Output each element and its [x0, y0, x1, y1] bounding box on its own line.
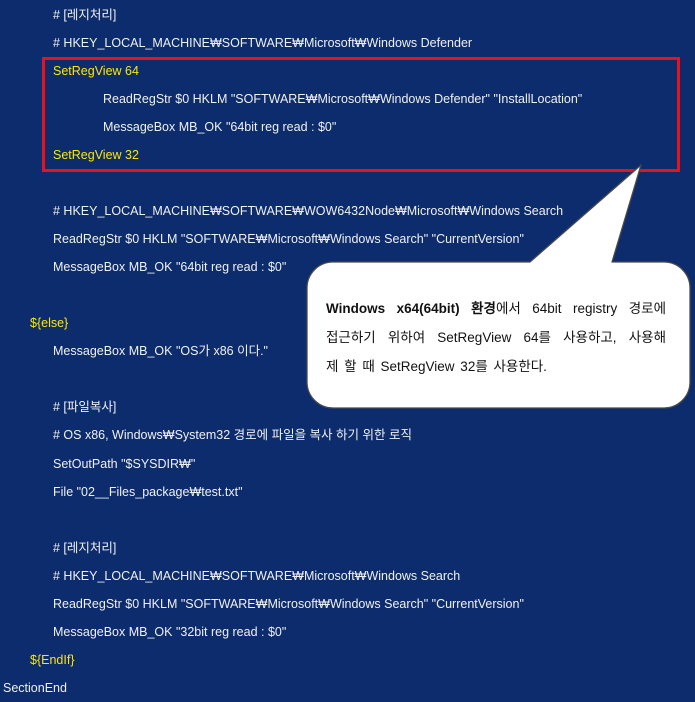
code-comment-line: # OS x86, Windows₩System32 경로에 파일을 복사 하기…: [53, 428, 412, 443]
code-line: SetOutPath "$SYSDIR₩": [53, 456, 196, 471]
code-comment-line: # HKEY_LOCAL_MACHINE₩SOFTWARE₩WOW6432Nod…: [53, 204, 564, 219]
code-comment-line: # HKEY_LOCAL_MACHINE₩SOFTWARE₩Microsoft₩…: [53, 568, 461, 583]
code-keyword-endif: ${EndIf}: [30, 652, 75, 667]
callout-emphasis: Windows x64(64bit) 환경: [326, 301, 496, 316]
code-line: ReadRegStr $0 HKLM "SOFTWARE₩Microsoft₩W…: [53, 232, 524, 247]
callout-line-3: 제 할 때 SetRegView 32를 사용한다.: [326, 359, 547, 374]
callout-text: Windows x64(64bit) 환경에서 64bit registry 경…: [326, 294, 666, 381]
code-comment-line: # [레지처리]: [53, 8, 117, 22]
highlight-box: [42, 57, 680, 172]
code-line: ReadRegStr $0 HKLM "SOFTWARE₩Microsoft₩W…: [53, 596, 524, 611]
code-panel: # [레지처리] # HKEY_LOCAL_MACHINE₩SOFTWARE₩M…: [0, 0, 695, 702]
code-line: MessageBox MB_OK "64bit reg read : $0": [53, 260, 287, 275]
code-section-end: SectionEnd: [3, 680, 67, 695]
code-comment-line: # [레지처리]: [53, 540, 117, 555]
code-comment-line: # HKEY_LOCAL_MACHINE₩SOFTWARE₩Microsoft₩…: [53, 36, 473, 51]
callout-line-2: 접근하기 위하여 SetRegView 64를 사용하고, 사용해: [326, 330, 666, 345]
callout-line-1: Windows x64(64bit) 환경에서 64bit registry 경…: [326, 294, 666, 323]
blank-code-line: [0, 169, 695, 197]
callout-line-1-rest: 에서 64bit registry 경로에: [495, 301, 666, 316]
blank-code-line: [0, 506, 695, 534]
code-line: MessageBox MB_OK "32bit reg read : $0": [53, 624, 287, 639]
code-line: File "02__Files_package₩test.txt": [53, 484, 243, 499]
code-comment-line: # [파일복사]: [53, 400, 117, 415]
